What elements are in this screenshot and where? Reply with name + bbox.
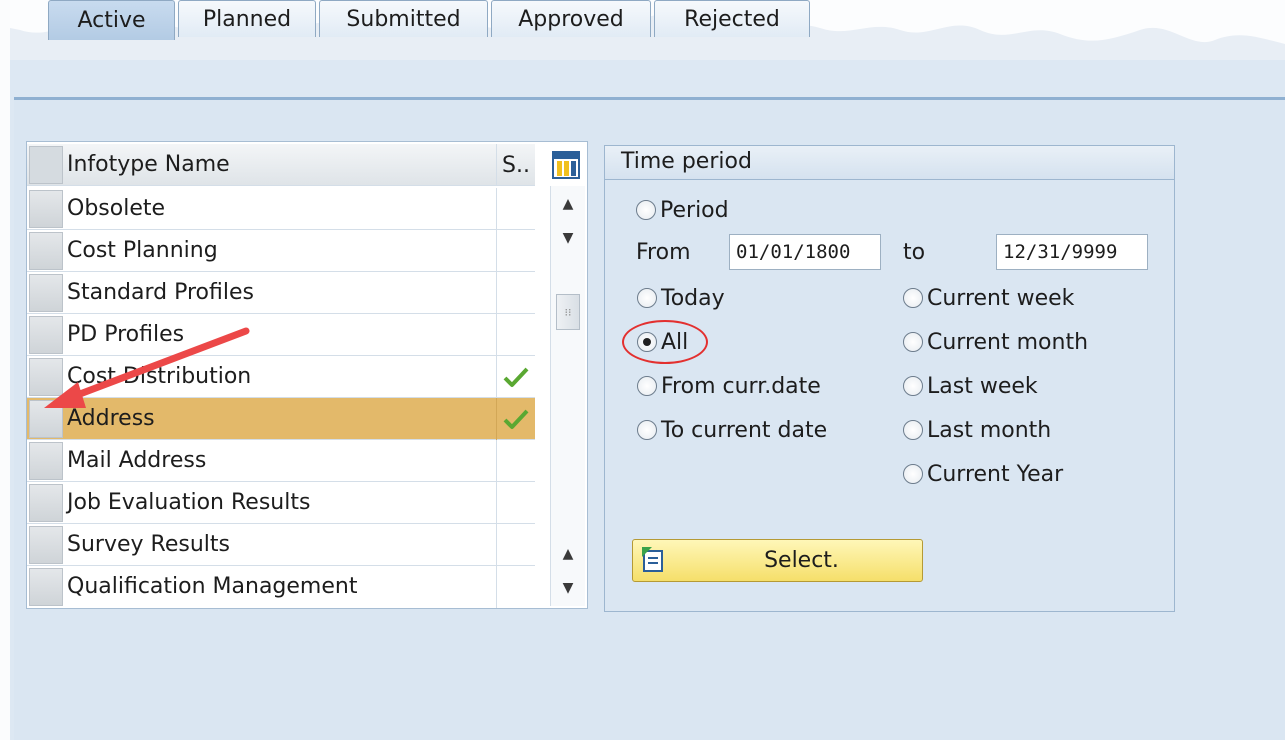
radio-all-dot[interactable] bbox=[637, 332, 657, 352]
radio-today-label: Today bbox=[661, 285, 725, 311]
row-name: PD Profiles bbox=[67, 322, 185, 347]
infotype-table: Infotype Name S.. Obsolete Cost Planning… bbox=[26, 141, 588, 609]
row-name: Job Evaluation Results bbox=[67, 490, 311, 515]
row-selector[interactable] bbox=[29, 274, 63, 312]
table-header-row: Infotype Name S.. bbox=[27, 144, 535, 186]
row-status bbox=[496, 566, 535, 608]
column-config-icon[interactable] bbox=[552, 151, 580, 179]
from-date-field[interactable]: 01/01/1800 bbox=[729, 234, 881, 270]
row-status bbox=[496, 398, 535, 440]
row-selector[interactable] bbox=[29, 190, 63, 228]
row-selector[interactable] bbox=[29, 400, 63, 438]
radio-period-label: Period bbox=[660, 197, 729, 223]
time-period-title: Time period bbox=[605, 146, 1174, 180]
row-status bbox=[496, 272, 535, 314]
row-name: Mail Address bbox=[67, 448, 207, 473]
row-name: Address bbox=[67, 406, 155, 431]
vertical-scrollbar[interactable]: ▲ ▼ ⁝⁝ ▲ ▼ bbox=[550, 186, 585, 606]
tab-planned[interactable]: Planned bbox=[178, 0, 316, 37]
to-label: to bbox=[903, 240, 926, 265]
radio-current-week-label: Current week bbox=[927, 285, 1075, 311]
tab-submitted[interactable]: Submitted bbox=[319, 0, 488, 37]
radio-last-month-dot[interactable] bbox=[903, 420, 923, 440]
radio-all-label: All bbox=[661, 329, 689, 355]
row-status bbox=[496, 440, 535, 482]
radio-current-year-dot[interactable] bbox=[903, 464, 923, 484]
radio-current-week-dot[interactable] bbox=[903, 288, 923, 308]
row-selector[interactable] bbox=[29, 358, 63, 396]
radio-current-month-dot[interactable] bbox=[903, 332, 923, 352]
radio-today[interactable]: Today bbox=[637, 283, 725, 313]
status-header-label: S.. bbox=[502, 152, 530, 178]
radio-current-week[interactable]: Current week bbox=[903, 283, 1074, 313]
row-status bbox=[496, 230, 535, 272]
row-name: Qualification Management bbox=[67, 574, 358, 599]
tab-active[interactable]: Active bbox=[48, 0, 175, 40]
select-button-label: Select. bbox=[764, 548, 839, 573]
radio-today-dot[interactable] bbox=[637, 288, 657, 308]
table-row[interactable]: Cost Planning bbox=[27, 230, 535, 272]
green-check-icon bbox=[503, 367, 529, 387]
table-row[interactable]: Qualification Management bbox=[27, 566, 535, 608]
row-status bbox=[496, 314, 535, 356]
to-date-field[interactable]: 12/31/9999 bbox=[996, 234, 1148, 270]
row-selector[interactable] bbox=[29, 568, 63, 606]
radio-period[interactable]: Period bbox=[636, 195, 729, 225]
left-edge bbox=[0, 0, 10, 740]
row-status bbox=[496, 482, 535, 524]
column-header-status[interactable]: S.. bbox=[496, 144, 535, 186]
scroll-up-icon[interactable]: ▲ bbox=[555, 192, 581, 216]
table-row[interactable]: Job Evaluation Results bbox=[27, 482, 535, 524]
row-name: Standard Profiles bbox=[67, 280, 254, 305]
radio-current-year[interactable]: Current Year bbox=[903, 459, 1063, 489]
row-status bbox=[496, 188, 535, 230]
from-label: From bbox=[636, 240, 691, 265]
radio-current-year-label: Current Year bbox=[927, 461, 1064, 487]
radio-all[interactable]: All bbox=[637, 327, 688, 357]
tab-rejected[interactable]: Rejected bbox=[654, 0, 810, 37]
row-name: Cost Planning bbox=[67, 238, 218, 263]
table-row[interactable]: Survey Results bbox=[27, 524, 535, 566]
row-selector[interactable] bbox=[29, 442, 63, 480]
radio-to-current-date[interactable]: To current date bbox=[637, 415, 827, 445]
radio-last-week-label: Last week bbox=[927, 373, 1038, 399]
scroll-down-icon[interactable]: ▼ bbox=[555, 226, 581, 250]
row-name: Survey Results bbox=[67, 532, 230, 557]
table-row[interactable]: Standard Profiles bbox=[27, 272, 535, 314]
select-all-cell[interactable] bbox=[29, 146, 63, 184]
radio-from-curr-date[interactable]: From curr.date bbox=[637, 371, 821, 401]
radio-from-curr-date-label: From curr.date bbox=[661, 373, 821, 399]
row-status bbox=[496, 356, 535, 398]
row-selector[interactable] bbox=[29, 484, 63, 522]
column-header-infotype-name[interactable]: Infotype Name bbox=[67, 144, 497, 186]
radio-period-dot[interactable] bbox=[636, 200, 656, 220]
row-status bbox=[496, 524, 535, 566]
table-row-selected[interactable]: Address bbox=[27, 398, 535, 440]
radio-to-current-date-dot[interactable] bbox=[637, 420, 657, 440]
page-up-icon[interactable]: ▲ bbox=[555, 542, 581, 566]
table-row[interactable]: Cost Distribution bbox=[27, 356, 535, 398]
row-name: Cost Distribution bbox=[67, 364, 252, 389]
radio-current-month-label: Current month bbox=[927, 329, 1089, 355]
radio-current-month[interactable]: Current month bbox=[903, 327, 1088, 357]
green-check-icon bbox=[503, 409, 529, 429]
row-selector[interactable] bbox=[29, 526, 63, 564]
row-name: Obsolete bbox=[67, 196, 166, 221]
row-selector[interactable] bbox=[29, 316, 63, 354]
table-row[interactable]: Mail Address bbox=[27, 440, 535, 482]
radio-last-week[interactable]: Last week bbox=[903, 371, 1038, 401]
table-row[interactable]: Obsolete bbox=[27, 188, 535, 230]
table-row[interactable]: PD Profiles bbox=[27, 314, 535, 356]
radio-to-current-date-label: To current date bbox=[661, 417, 828, 443]
radio-last-month-label: Last month bbox=[927, 417, 1052, 443]
row-selector[interactable] bbox=[29, 232, 63, 270]
scrollbar-thumb[interactable]: ⁝⁝ bbox=[556, 294, 580, 330]
radio-last-month[interactable]: Last month bbox=[903, 415, 1051, 445]
radio-from-curr-date-dot[interactable] bbox=[637, 376, 657, 396]
page-down-icon[interactable]: ▼ bbox=[555, 576, 581, 600]
select-button[interactable]: Select. bbox=[632, 539, 923, 582]
tab-approved[interactable]: Approved bbox=[491, 0, 651, 37]
radio-last-week-dot[interactable] bbox=[903, 376, 923, 396]
